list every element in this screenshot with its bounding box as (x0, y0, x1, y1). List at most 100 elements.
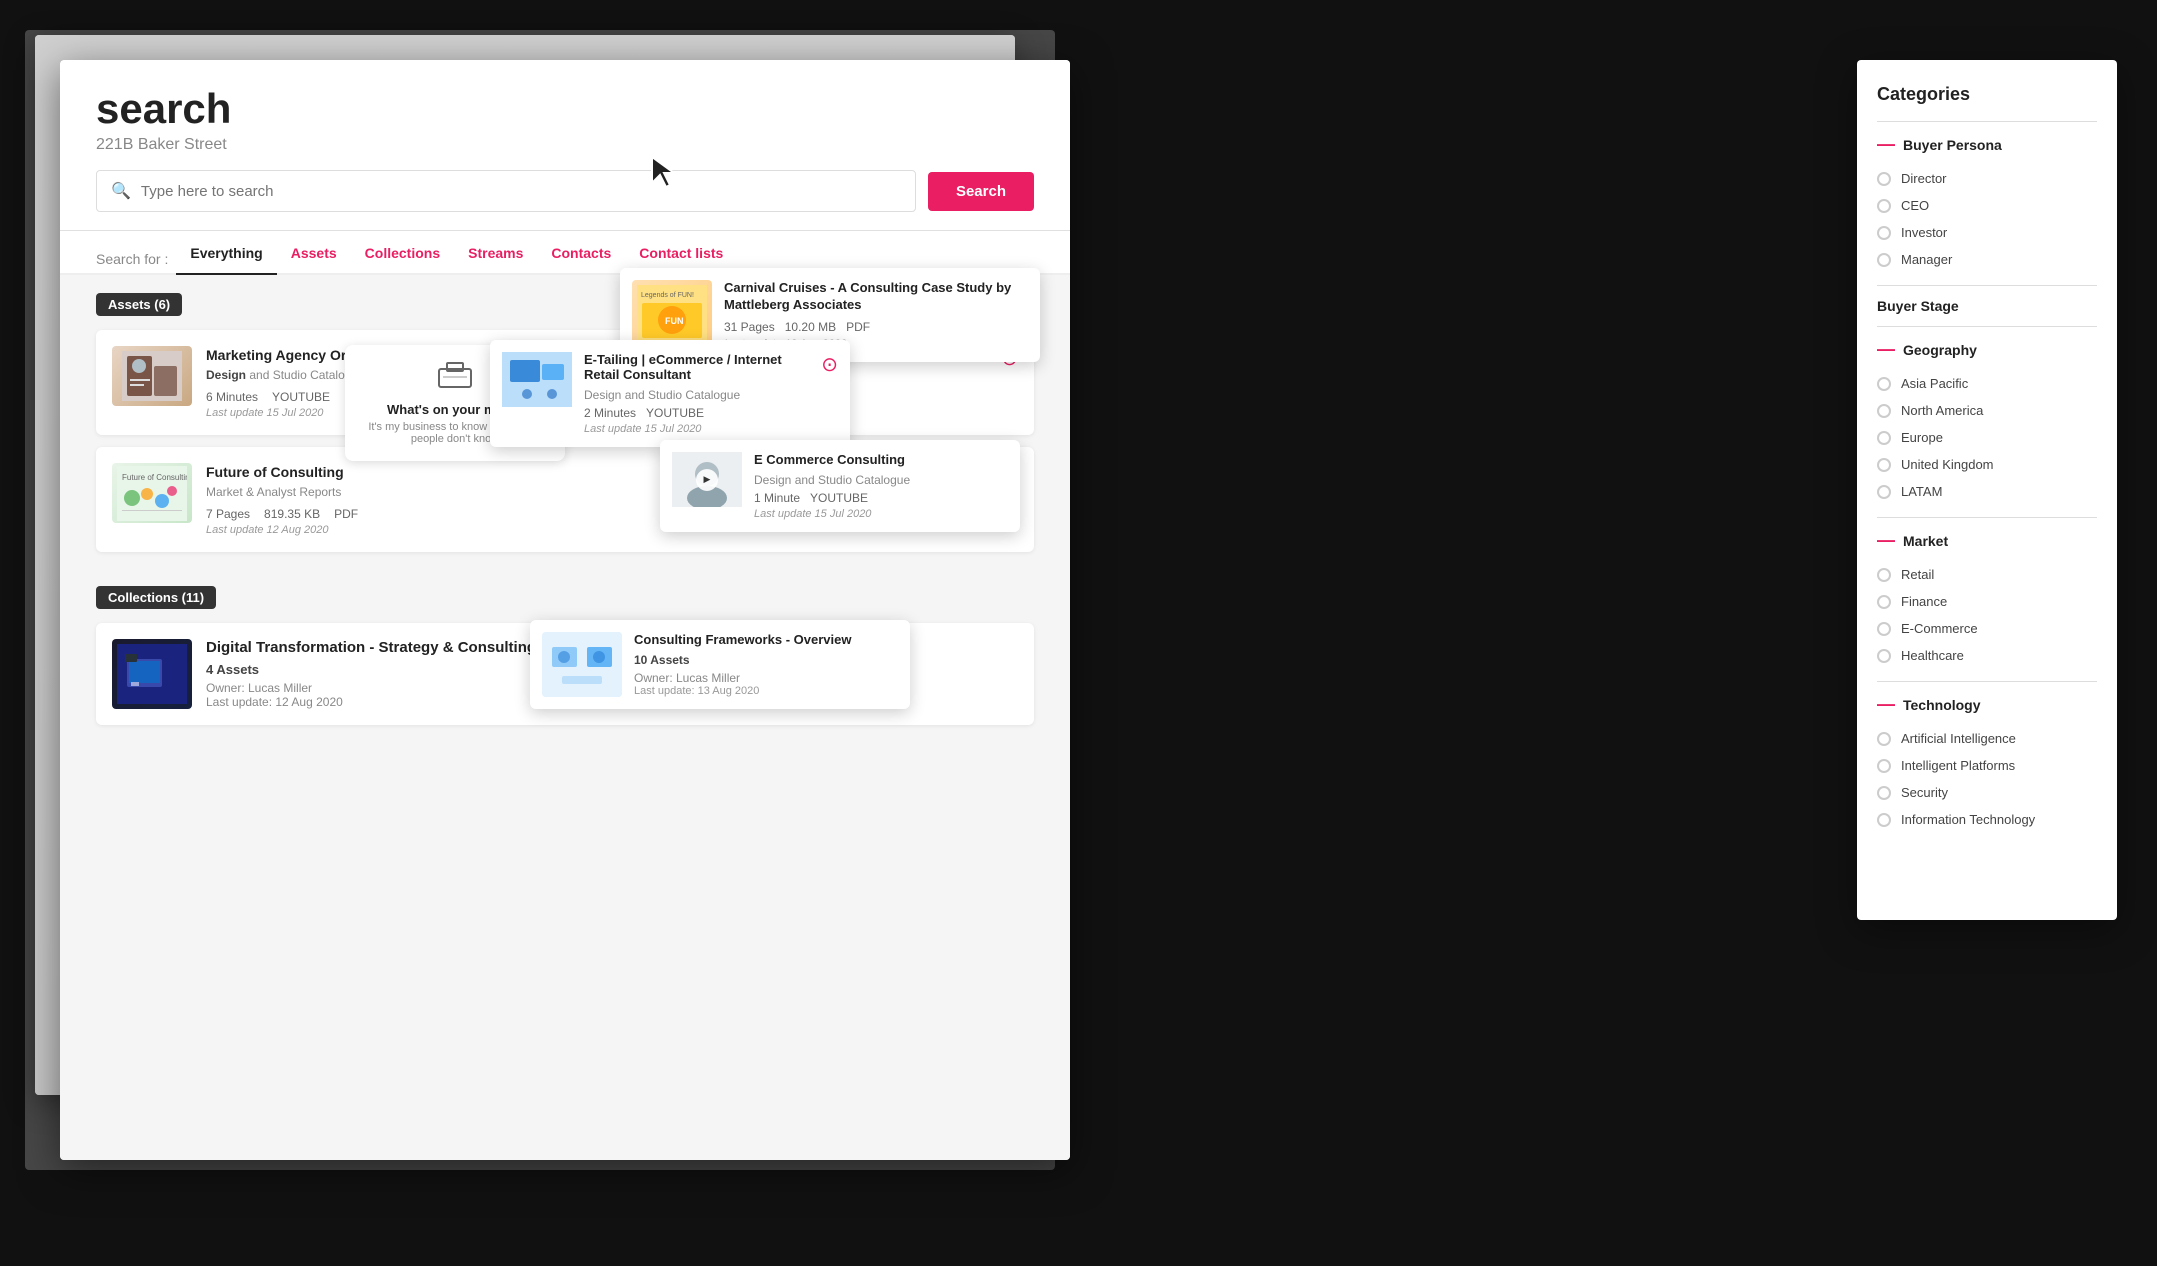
radio-intelligent-platforms[interactable] (1877, 759, 1891, 773)
carnival-title: Carnival Cruises - A Consulting Case Stu… (724, 280, 1028, 314)
category-europe[interactable]: Europe (1877, 424, 2097, 451)
frameworks-info: Consulting Frameworks - Overview 10 Asse… (634, 632, 851, 697)
ecommerce-card: ▶ E Commerce Consulting Design and Studi… (660, 440, 1020, 532)
radio-ai[interactable] (1877, 732, 1891, 746)
radio-asia-pacific[interactable] (1877, 377, 1891, 391)
ecommerce-source: Design and Studio Catalogue (754, 473, 910, 487)
radio-healthcare[interactable] (1877, 649, 1891, 663)
category-security[interactable]: Security (1877, 779, 2097, 806)
frameworks-assets: 10 Assets (634, 653, 851, 667)
tab-assets[interactable]: Assets (277, 245, 351, 275)
filter-label: Search for : (96, 251, 168, 267)
category-investor[interactable]: Investor (1877, 219, 2097, 246)
etailing-source: Design and Studio Catalogue (584, 388, 809, 402)
radio-latam[interactable] (1877, 485, 1891, 499)
category-ceo[interactable]: CEO (1877, 192, 2097, 219)
category-healthcare[interactable]: Healthcare (1877, 642, 2097, 669)
radio-finance[interactable] (1877, 595, 1891, 609)
tab-streams[interactable]: Streams (454, 245, 537, 275)
divider-market (1877, 517, 2097, 518)
category-north-america[interactable]: North America (1877, 397, 2097, 424)
svg-text:Legends of FUN!: Legends of FUN! (641, 292, 694, 299)
buyer-persona-label: Buyer Persona (1903, 137, 2002, 153)
technology-dash: — (1877, 694, 1895, 715)
play-button: ▶ (696, 469, 718, 491)
search-bar-container: 🔍 Search (96, 170, 1034, 212)
category-united-kingdom[interactable]: United Kingdom (1877, 451, 2097, 478)
frameworks-card: Consulting Frameworks - Overview 10 Asse… (530, 620, 910, 709)
carnival-meta: 31 Pages 10.20 MB PDF (724, 320, 1028, 334)
market-group: — Market (1877, 530, 2097, 551)
radio-europe[interactable] (1877, 431, 1891, 445)
market-label: Market (1903, 533, 1948, 549)
asset-thumb-marketing (112, 346, 192, 406)
technology-group: — Technology (1877, 694, 2097, 715)
divider-1 (1877, 121, 2097, 122)
etailing-update: Last update 15 Jul 2020 (584, 423, 809, 435)
category-latam[interactable]: LATAM (1877, 478, 2097, 505)
radio-retail[interactable] (1877, 568, 1891, 582)
radio-investor[interactable] (1877, 226, 1891, 240)
etailing-check: ⊙ (821, 352, 838, 377)
radio-north-america[interactable] (1877, 404, 1891, 418)
frameworks-thumb (542, 632, 622, 697)
divider-geography (1877, 326, 2097, 327)
radio-ecommerce[interactable] (1877, 622, 1891, 636)
frameworks-owner: Owner: Lucas Miller (634, 671, 851, 685)
asset-thumb-consulting: Future of Consulting (112, 463, 192, 523)
frameworks-update: Last update: 13 Aug 2020 (634, 685, 851, 697)
svg-text:Future of Consulting: Future of Consulting (122, 473, 187, 482)
collections-section-header: Collections (11) (96, 568, 1034, 623)
category-director[interactable]: Director (1877, 165, 2097, 192)
radio-security[interactable] (1877, 786, 1891, 800)
etailing-card: E-Tailing | eCommerce / Internet Retail … (490, 340, 850, 447)
etailing-thumb (502, 352, 572, 407)
ecommerce-title: E Commerce Consulting (754, 452, 910, 467)
collection-thumb-digital (112, 639, 192, 709)
buyer-stage-group: Buyer Stage (1877, 298, 2097, 314)
ecommerce-meta: 1 Minute YOUTUBE (754, 491, 910, 505)
category-manager[interactable]: Manager (1877, 246, 2097, 273)
category-ai[interactable]: Artificial Intelligence (1877, 725, 2097, 752)
category-finance[interactable]: Finance (1877, 588, 2097, 615)
categories-title: Categories (1877, 84, 2097, 105)
page-subtitle: 221B Baker Street (96, 136, 1034, 154)
market-dash: — (1877, 530, 1895, 551)
radio-manager[interactable] (1877, 253, 1891, 267)
search-button[interactable]: Search (928, 172, 1034, 211)
category-asia-pacific[interactable]: Asia Pacific (1877, 370, 2097, 397)
etailing-info: E-Tailing | eCommerce / Internet Retail … (584, 352, 809, 435)
tab-contacts[interactable]: Contacts (537, 245, 625, 275)
buyer-persona-group: — Buyer Persona (1877, 134, 2097, 155)
buyer-persona-dash: — (1877, 134, 1895, 155)
category-retail[interactable]: Retail (1877, 561, 2097, 588)
geography-dash: — (1877, 339, 1895, 360)
assets-badge: Assets (6) (96, 293, 182, 316)
search-input[interactable] (141, 183, 901, 200)
geography-label: Geography (1903, 342, 1977, 358)
radio-director[interactable] (1877, 172, 1891, 186)
ecommerce-update: Last update 15 Jul 2020 (754, 508, 910, 520)
tab-collections[interactable]: Collections (351, 245, 454, 275)
divider-technology (1877, 681, 2097, 682)
radio-united-kingdom[interactable] (1877, 458, 1891, 472)
right-panel: Categories — Buyer Persona Director CEO … (1857, 60, 2117, 920)
technology-label: Technology (1903, 697, 1981, 713)
ecommerce-thumb: ▶ (672, 452, 742, 507)
collections-badge: Collections (11) (96, 586, 216, 609)
radio-ceo[interactable] (1877, 199, 1891, 213)
etailing-meta: 2 Minutes YOUTUBE (584, 406, 809, 420)
category-ecommerce[interactable]: E-Commerce (1877, 615, 2097, 642)
category-information-technology[interactable]: Information Technology (1877, 806, 2097, 833)
geography-group: — Geography (1877, 339, 2097, 360)
buyer-stage-label: Buyer Stage (1877, 298, 1959, 314)
ecommerce-info: E Commerce Consulting Design and Studio … (754, 452, 910, 520)
search-icon: 🔍 (111, 181, 131, 201)
radio-information-technology[interactable] (1877, 813, 1891, 827)
search-input-wrapper[interactable]: 🔍 (96, 170, 916, 212)
main-card-header: search 221B Baker Street 🔍 Search (60, 60, 1070, 231)
divider-buyer-stage (1877, 285, 2097, 286)
tab-everything[interactable]: Everything (176, 245, 276, 275)
category-intelligent-platforms[interactable]: Intelligent Platforms (1877, 752, 2097, 779)
svg-text:FUN: FUN (665, 316, 684, 326)
